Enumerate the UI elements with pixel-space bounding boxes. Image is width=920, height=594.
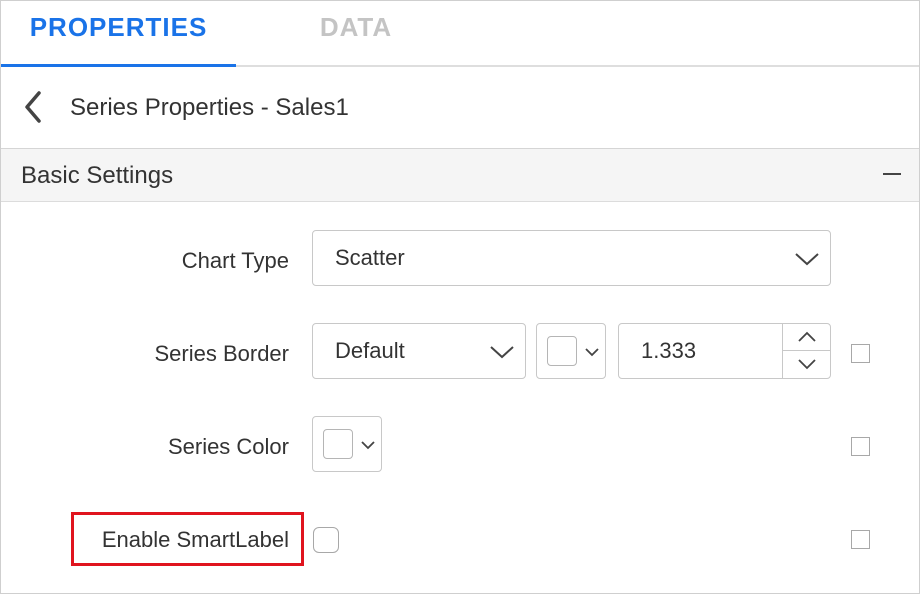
panel-header: Series Properties - Sales1 — [1, 67, 919, 149]
series-border-color-picker[interactable] — [536, 323, 606, 379]
border-color-swatch — [547, 336, 577, 366]
properties-panel: PROPERTIES DATA Series Properties - Sale… — [0, 0, 920, 594]
chart-type-dropdown[interactable]: Scatter — [312, 230, 831, 286]
back-button[interactable] — [19, 89, 49, 125]
border-width-value: 1.333 — [641, 338, 697, 363]
page-title: Series Properties - Sales1 — [70, 94, 349, 121]
tab-bar: PROPERTIES DATA — [1, 1, 919, 67]
section-title: Basic Settings — [21, 162, 174, 189]
series-border-width-stepper[interactable]: 1.333 — [618, 323, 831, 379]
enable-smartlabel-override-checkbox[interactable] — [851, 530, 870, 549]
minus-icon[interactable] — [883, 173, 901, 175]
series-color-checkbox[interactable] — [851, 437, 870, 456]
series-border-checkbox[interactable] — [851, 344, 870, 363]
series-color-picker[interactable] — [312, 416, 382, 472]
series-color-label: Series Color — [167, 434, 289, 459]
chevron-left-icon — [25, 91, 41, 123]
chart-type-value: Scatter — [335, 245, 405, 270]
tab-data[interactable]: DATA — [251, 1, 461, 67]
spin-buttons — [782, 324, 830, 378]
section-basic-settings: Basic Settings — [1, 149, 919, 202]
enable-smartlabel-checkbox[interactable] — [313, 527, 339, 553]
series-border-style-value: Default — [335, 338, 405, 363]
decrement-button[interactable] — [783, 351, 830, 377]
enable-smartlabel-label: Enable SmartLabel — [101, 527, 289, 552]
chevron-down-icon — [361, 441, 375, 450]
tab-properties[interactable]: PROPERTIES — [1, 1, 236, 67]
chevron-down-icon — [795, 253, 819, 266]
increment-button[interactable] — [783, 324, 830, 351]
series-border-style-dropdown[interactable]: Default — [312, 323, 526, 379]
chevron-down-icon — [585, 348, 599, 357]
chevron-down-icon — [798, 359, 816, 370]
series-border-label: Series Border — [154, 341, 289, 366]
chart-type-label: Chart Type — [181, 248, 289, 273]
chevron-up-icon — [798, 331, 816, 342]
chevron-down-icon — [490, 346, 514, 359]
series-color-swatch — [323, 429, 353, 459]
